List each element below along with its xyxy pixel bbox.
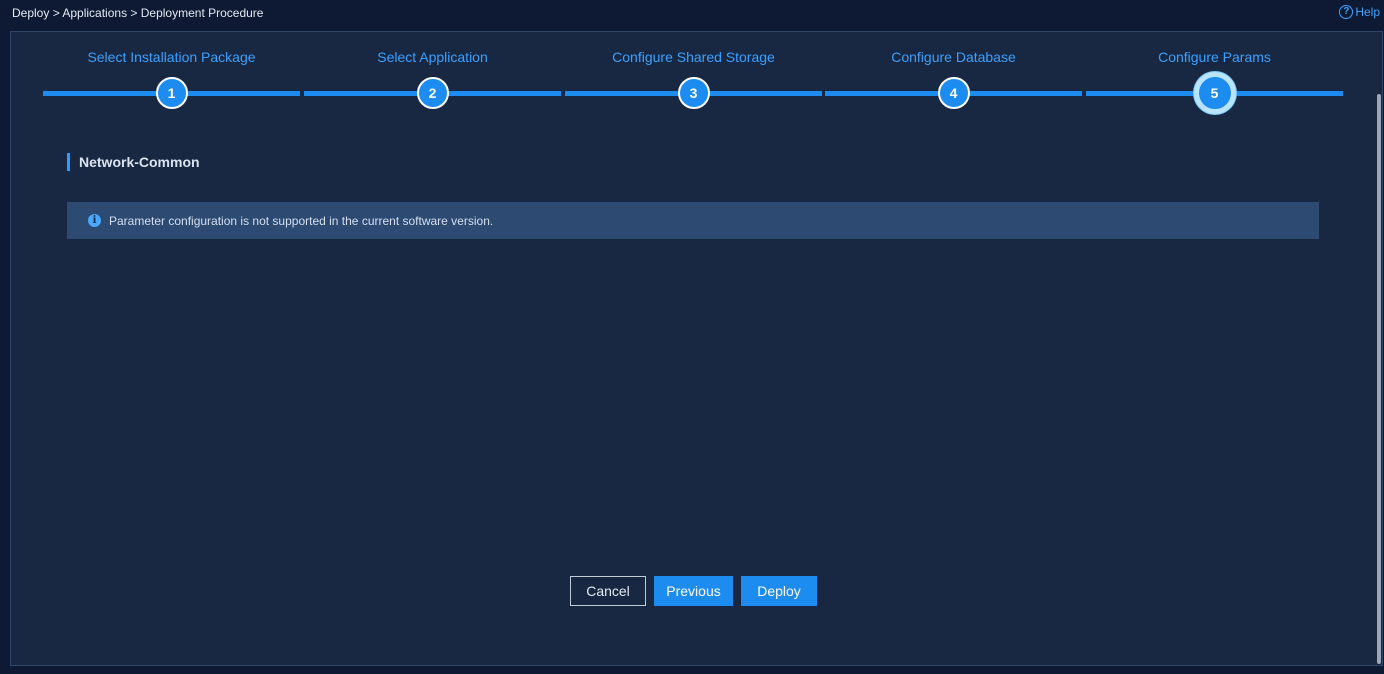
section-title: Network-Common — [67, 153, 200, 171]
help-label: Help — [1355, 5, 1380, 19]
deployment-panel: Select Installation Package 1 Select App… — [10, 31, 1383, 666]
info-message: i Parameter configuration is not support… — [67, 202, 1319, 239]
help-link[interactable]: ? Help — [1339, 5, 1380, 19]
breadcrumb: Deploy > Applications > Deployment Proce… — [12, 6, 264, 20]
deploy-button[interactable]: Deploy — [741, 576, 817, 606]
step-label: Select Application — [377, 49, 488, 65]
step-number-badge: 1 — [155, 77, 188, 109]
step-4: Configure Database 4 — [825, 32, 1082, 122]
step-2: Select Application 2 — [304, 32, 561, 122]
step-number-badge: 3 — [677, 77, 710, 109]
step-label: Configure Shared Storage — [612, 49, 775, 65]
info-icon: i — [88, 214, 101, 227]
step-label: Select Installation Package — [87, 49, 256, 65]
step-1: Select Installation Package 1 — [43, 32, 300, 122]
top-bar: Deploy > Applications > Deployment Proce… — [0, 0, 1384, 30]
step-label: Configure Database — [891, 49, 1016, 65]
step-label: Configure Params — [1158, 49, 1271, 65]
step-number-badge: 4 — [937, 77, 970, 109]
step-progress: Select Installation Package 1 Select App… — [43, 32, 1343, 122]
step-number-badge: 2 — [416, 77, 449, 109]
step-5: Configure Params 5 — [1086, 32, 1343, 122]
question-circle-icon: ? — [1339, 5, 1354, 19]
cancel-button[interactable]: Cancel — [570, 576, 646, 606]
step-number-badge-active: 5 — [1193, 72, 1236, 114]
vertical-scrollbar[interactable] — [1377, 94, 1381, 664]
info-text: Parameter configuration is not supported… — [109, 213, 494, 228]
step-3: Configure Shared Storage 3 — [565, 32, 822, 122]
previous-button[interactable]: Previous — [654, 576, 733, 606]
